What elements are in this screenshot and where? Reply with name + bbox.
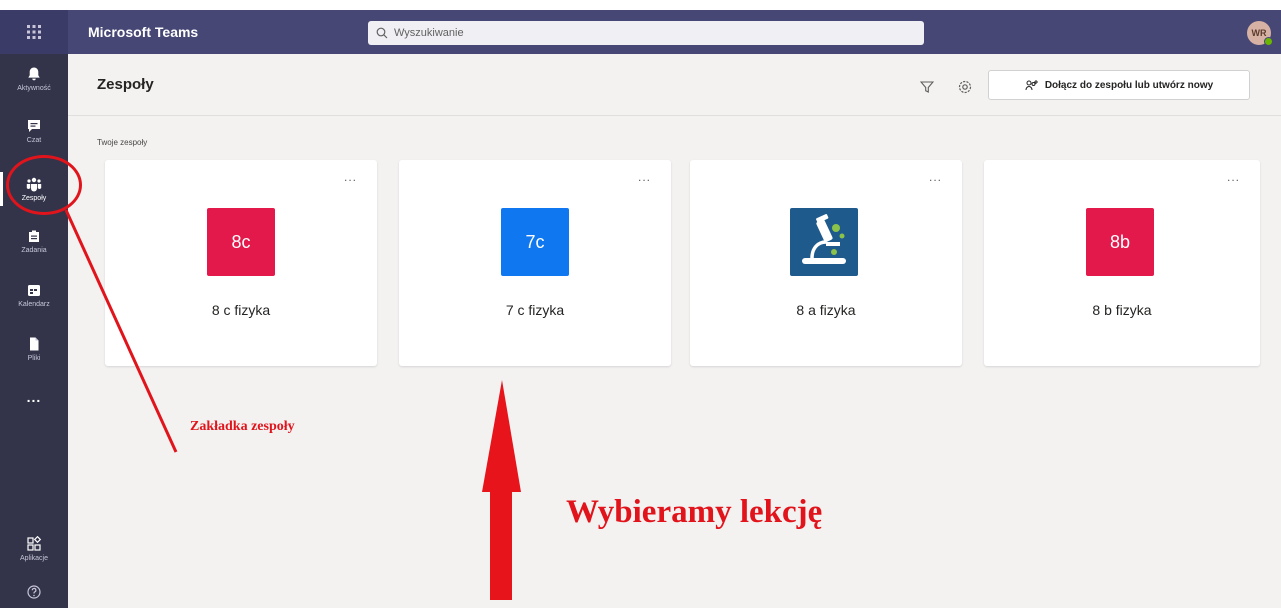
add-team-icon xyxy=(1025,80,1038,91)
teams-header: Zespoły Dołącz do zespołu lub utwórz now… xyxy=(68,54,1281,116)
rail-item-help[interactable] xyxy=(0,578,68,608)
more-options-icon[interactable]: ... xyxy=(1227,170,1240,184)
waffle-icon xyxy=(27,25,41,39)
search-icon xyxy=(376,27,388,39)
more-options-icon[interactable]: ... xyxy=(929,170,942,184)
annotation-tab-label: Zakładka zespoły xyxy=(190,419,295,434)
team-name: 7 c fizyka xyxy=(505,302,565,318)
team-tile-8b: 8b xyxy=(1086,208,1154,276)
rail-item-label: Aktywność xyxy=(17,85,51,92)
apps-icon xyxy=(27,536,42,551)
title-bar: Microsoft Teams Wyszukiwanie WR xyxy=(0,10,1281,54)
rail-item-more[interactable]: ... xyxy=(0,372,68,422)
team-tile-7c: 7c xyxy=(501,208,569,276)
rail-item-apps[interactable]: Aplikacje xyxy=(0,524,68,574)
team-card-8c[interactable]: ... 8c 8 c fizyka xyxy=(105,160,377,366)
calendar-icon xyxy=(28,285,40,296)
filter-icon[interactable] xyxy=(920,80,934,94)
annotation-choose-lesson: Wybieramy lekcję xyxy=(566,494,823,530)
annotation-circle xyxy=(6,155,82,215)
rail-item-files[interactable]: Pliki xyxy=(0,324,68,374)
microscope-icon xyxy=(802,213,846,264)
assignments-icon xyxy=(29,230,39,242)
your-teams-heading: Twoje zespoły xyxy=(97,138,148,147)
avatar[interactable]: WR xyxy=(1247,21,1273,46)
bell-icon xyxy=(28,67,40,81)
gear-icon[interactable] xyxy=(957,79,973,95)
presence-indicator xyxy=(1264,37,1273,46)
search-placeholder: Wyszukiwanie xyxy=(394,27,464,39)
avatar-initials: WR xyxy=(1251,28,1267,38)
rail-item-calendar[interactable]: Kalendarz xyxy=(0,270,68,320)
rail-item-assignments[interactable]: Zadania xyxy=(0,216,68,266)
more-options-icon[interactable]: ... xyxy=(638,170,651,184)
team-name: 8 c fizyka xyxy=(211,302,271,318)
join-or-create-team-button[interactable]: Dołącz do zespołu lub utwórz nowy xyxy=(988,70,1250,100)
team-card-7c[interactable]: ... 7c 7 c fizyka xyxy=(399,160,671,366)
rail-item-activity[interactable]: Aktywność xyxy=(0,54,68,104)
app-rail: Aktywność Czat Zespoły Zadania Kalendarz… xyxy=(0,54,68,608)
rail-item-label: Kalendarz xyxy=(18,301,50,308)
more-options-icon[interactable]: ... xyxy=(344,170,357,184)
help-icon xyxy=(27,584,41,599)
app-launcher-button[interactable] xyxy=(0,10,68,54)
team-card-8b[interactable]: ... 8b 8 b fizyka xyxy=(984,160,1260,366)
rail-item-chat[interactable]: Czat xyxy=(0,106,68,156)
page-title: Zespoły xyxy=(97,76,154,93)
rail-item-label: Aplikacje xyxy=(19,555,48,562)
rail-item-label: Zadania xyxy=(21,247,47,254)
app-title: Microsoft Teams xyxy=(88,24,199,40)
chat-icon xyxy=(28,120,40,132)
team-tile-8a xyxy=(790,208,858,276)
team-name: 8 b fizyka xyxy=(1092,302,1152,318)
team-tile-8c: 8c xyxy=(207,208,275,276)
search-input[interactable]: Wyszukiwanie xyxy=(368,21,924,45)
files-icon xyxy=(30,337,39,351)
rail-item-label: Czat xyxy=(26,137,42,144)
rail-item-label: Pliki xyxy=(27,355,41,362)
team-card-8a[interactable]: ... 8 a fizyka xyxy=(690,160,962,366)
team-name: 8 a fizyka xyxy=(796,302,856,318)
more-icon: ... xyxy=(26,389,42,405)
join-button-label: Dołącz do zespołu lub utwórz nowy xyxy=(1044,79,1214,91)
